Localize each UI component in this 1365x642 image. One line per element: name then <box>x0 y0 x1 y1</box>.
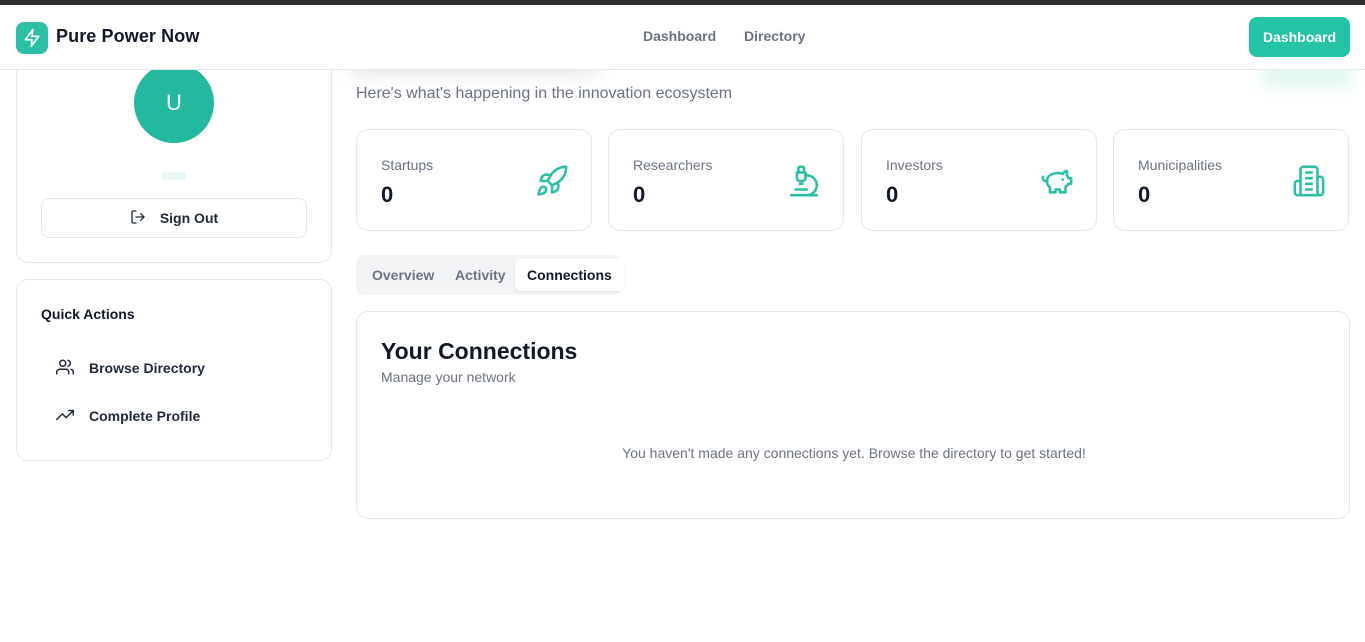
complete-profile-label: Complete Profile <box>89 408 201 424</box>
brand-name[interactable]: Pure Power Now <box>56 26 199 47</box>
complete-profile-action[interactable]: Complete Profile <box>56 404 200 428</box>
sign-out-button[interactable]: Sign Out <box>41 198 307 238</box>
stat-card-startups: Startups 0 <box>356 129 592 231</box>
stat-card-researchers: Researchers 0 <box>608 129 844 231</box>
profile-name-placeholder <box>162 172 187 180</box>
sign-out-label: Sign Out <box>159 210 219 226</box>
stat-value: 0 <box>1138 182 1151 207</box>
avatar: U <box>134 63 214 143</box>
rocket-icon <box>537 165 568 196</box>
stat-label: Startups <box>381 157 434 173</box>
stat-label: Investors <box>886 157 943 173</box>
connections-empty-message: You haven't made any connections yet. Br… <box>622 445 1086 461</box>
browse-directory-action[interactable]: Browse Directory <box>56 356 205 380</box>
stat-value: 0 <box>633 182 646 207</box>
top-navbar: Pure Power Now Dashboard Directory Dashb… <box>0 5 1365 70</box>
tab-activity[interactable]: Activity <box>443 259 518 291</box>
microscope-icon <box>789 165 819 197</box>
stat-label: Municipalities <box>1138 157 1223 173</box>
nav-directory-link[interactable]: Directory <box>744 28 805 44</box>
piggy-bank-icon <box>1041 169 1073 194</box>
dashboard-tabs: Overview Activity Connections <box>356 255 624 295</box>
avatar-initial: U <box>166 90 182 115</box>
browse-directory-label: Browse Directory <box>89 360 205 376</box>
connections-subtitle: Manage your network <box>381 369 516 385</box>
nav-dashboard-link[interactable]: Dashboard <box>643 28 716 44</box>
stat-value: 0 <box>381 182 394 207</box>
connections-card: Your Connections Manage your network You… <box>356 311 1350 519</box>
building-icon <box>1293 165 1325 197</box>
quick-actions-title: Quick Actions <box>41 306 135 322</box>
dashboard-subtitle: Here's what's happening in the innovatio… <box>356 85 733 102</box>
tab-overview[interactable]: Overview <box>360 259 446 291</box>
users-icon <box>56 358 74 379</box>
stat-card-municipalities: Municipalities 0 <box>1113 129 1349 231</box>
dashboard-button[interactable]: Dashboard <box>1249 17 1350 57</box>
stat-label: Researchers <box>633 157 713 173</box>
stat-card-investors: Investors 0 <box>861 129 1097 231</box>
zap-icon[interactable] <box>16 22 48 54</box>
trending-up-icon <box>56 406 74 427</box>
connections-title: Your Connections <box>381 338 578 364</box>
tab-connections[interactable]: Connections <box>515 259 624 291</box>
log-out-icon <box>130 209 146 228</box>
stat-value: 0 <box>886 182 899 207</box>
